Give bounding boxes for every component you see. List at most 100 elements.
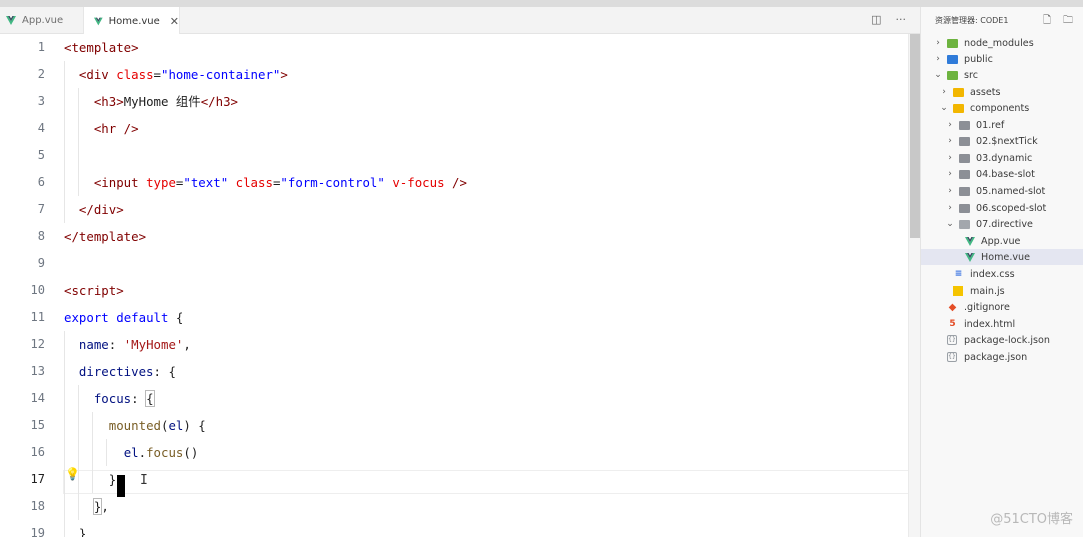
more-actions-icon[interactable]: ···	[896, 13, 907, 26]
code-line: 18 },	[0, 493, 908, 520]
chevron-right-icon: ›	[936, 54, 940, 64]
tree-folder-02-nexttick[interactable]: › 02.$nextTick	[945, 133, 1083, 149]
line-number: 15	[30, 418, 45, 432]
tree-folder-05-named-slot[interactable]: › 05.named-slot	[945, 183, 1083, 199]
tree-item-label: 05.named-slot	[976, 185, 1046, 197]
line-number: 18	[30, 499, 45, 513]
line-number: 1	[37, 40, 45, 54]
watermark: @51CTO博客	[990, 512, 1073, 527]
tree-item-label: index.css	[970, 268, 1015, 280]
close-icon[interactable]: ✕	[170, 15, 179, 28]
lightbulb-icon[interactable]: 💡	[65, 467, 80, 481]
json-file-icon: {}	[947, 352, 957, 362]
vue-icon	[965, 252, 975, 262]
scrollbar-thumb[interactable]	[910, 34, 920, 238]
code-text: }	[64, 526, 87, 537]
folder-icon	[947, 70, 958, 80]
tree-file-app-vue[interactable]: App.vue	[965, 233, 1083, 249]
chevron-right-icon: ›	[942, 87, 946, 97]
html5-icon: 5	[949, 319, 956, 329]
folder-icon	[947, 54, 958, 64]
code-line: 1 <template>	[0, 34, 908, 61]
tree-file-main-js[interactable]: main.js	[953, 283, 1083, 299]
line-number: 4	[37, 121, 45, 135]
line-number: 10	[30, 283, 45, 297]
code-text: },	[92, 498, 109, 515]
vue-icon	[6, 16, 16, 25]
code-line: 10 <script>	[0, 277, 908, 304]
tree-item-label: 06.scoped-slot	[976, 202, 1047, 214]
editor-scrollbar[interactable]	[908, 34, 920, 537]
tree-folder-src[interactable]: ⌄ src	[933, 67, 1083, 83]
tree-folder-components[interactable]: ⌄ components	[939, 100, 1083, 116]
tree-folder-03-dynamic[interactable]: › 03.dynamic	[945, 150, 1083, 166]
tree-item-label: 02.$nextTick	[976, 135, 1038, 147]
json-file-icon: {}	[947, 335, 957, 345]
tree-item-label: 04.base-slot	[976, 168, 1035, 180]
tree-folder-assets[interactable]: › assets	[939, 84, 1083, 100]
tree-file-index-html[interactable]: 5 index.html	[947, 316, 1083, 332]
folder-icon	[959, 153, 970, 163]
folder-icon	[953, 103, 964, 113]
folder-icon	[959, 169, 970, 179]
line-number: 19	[30, 526, 45, 537]
code-text: directives: {	[78, 364, 176, 379]
tree-folder-07-directive[interactable]: ⌄ 07.directive	[945, 216, 1083, 232]
code-text: el.focus()	[123, 445, 199, 460]
tree-folder-public[interactable]: › public	[933, 51, 1083, 67]
vue-icon	[94, 17, 103, 25]
tab-label: App.vue	[22, 15, 64, 26]
tree-folder-01-ref[interactable]: › 01.ref	[945, 117, 1083, 133]
tree-file-package-json[interactable]: {} package.json	[947, 349, 1083, 365]
tree-item-label: main.js	[970, 285, 1005, 297]
css-file-icon: ≡	[954, 269, 963, 279]
code-editor[interactable]: 1 <template> 2 <div class="home-containe…	[0, 34, 908, 537]
code-text: </div>	[78, 202, 124, 217]
code-text: name: 'MyHome',	[78, 337, 191, 352]
window-top-strip	[0, 0, 1083, 7]
chevron-right-icon: ›	[948, 153, 952, 163]
chevron-down-icon: ⌄	[946, 219, 954, 229]
tree-file-index-css[interactable]: ≡ index.css	[953, 266, 1083, 282]
line-number: 16	[30, 445, 45, 459]
tree-file-gitignore[interactable]: ◆ .gitignore	[947, 299, 1083, 315]
line-number: 8	[37, 229, 45, 243]
tab-app-vue[interactable]: App.vue	[0, 7, 84, 34]
tree-file-home-vue[interactable]: Home.vue	[921, 249, 1083, 265]
new-file-icon[interactable]: 🗋	[1043, 13, 1051, 30]
line-number: 11	[30, 310, 45, 324]
tree-folder-node-modules[interactable]: › node_modules	[933, 35, 1083, 51]
code-line: 13 directives: {	[0, 358, 908, 385]
tree-folder-04-base-slot[interactable]: › 04.base-slot	[945, 166, 1083, 182]
tree-item-label: components	[970, 102, 1030, 114]
tree-item-label: node_modules	[964, 37, 1034, 49]
tree-item-label: .gitignore	[964, 301, 1010, 313]
chevron-down-icon: ⌄	[940, 103, 948, 113]
tree-item-label: package-lock.json	[964, 334, 1050, 346]
code-line-current: 17 },	[0, 466, 908, 493]
git-icon: ◆	[948, 301, 957, 313]
code-text: mounted(el) {	[108, 418, 206, 433]
split-editor-icon[interactable]: ◫	[871, 13, 881, 26]
tab-home-vue[interactable]: Home.vue ✕	[84, 7, 180, 35]
line-number: 7	[37, 202, 45, 216]
chevron-right-icon: ›	[936, 38, 940, 48]
tree-item-label: index.html	[964, 318, 1016, 330]
new-folder-icon[interactable]: 🗀	[1063, 13, 1073, 30]
code-line: 8 </template>	[0, 223, 908, 250]
folder-icon	[959, 136, 970, 146]
line-number: 2	[37, 67, 45, 81]
code-text: focus: {	[93, 390, 155, 407]
tree-folder-06-scoped-slot[interactable]: › 06.scoped-slot	[945, 200, 1083, 216]
line-number: 17	[30, 472, 45, 486]
code-text: <h3>MyHome 组件</h3>	[93, 94, 238, 109]
tree-item-label: 01.ref	[976, 119, 1005, 131]
code-text: <hr />	[93, 121, 139, 136]
chevron-down-icon: ⌄	[934, 70, 942, 80]
tree-item-label: public	[964, 53, 993, 65]
tree-item-label: assets	[970, 86, 1001, 98]
code-text: <input type="text" class="form-control" …	[93, 175, 467, 190]
chevron-right-icon: ›	[948, 169, 952, 179]
line-number: 9	[37, 256, 45, 270]
tree-file-package-lock-json[interactable]: {} package-lock.json	[947, 332, 1083, 348]
